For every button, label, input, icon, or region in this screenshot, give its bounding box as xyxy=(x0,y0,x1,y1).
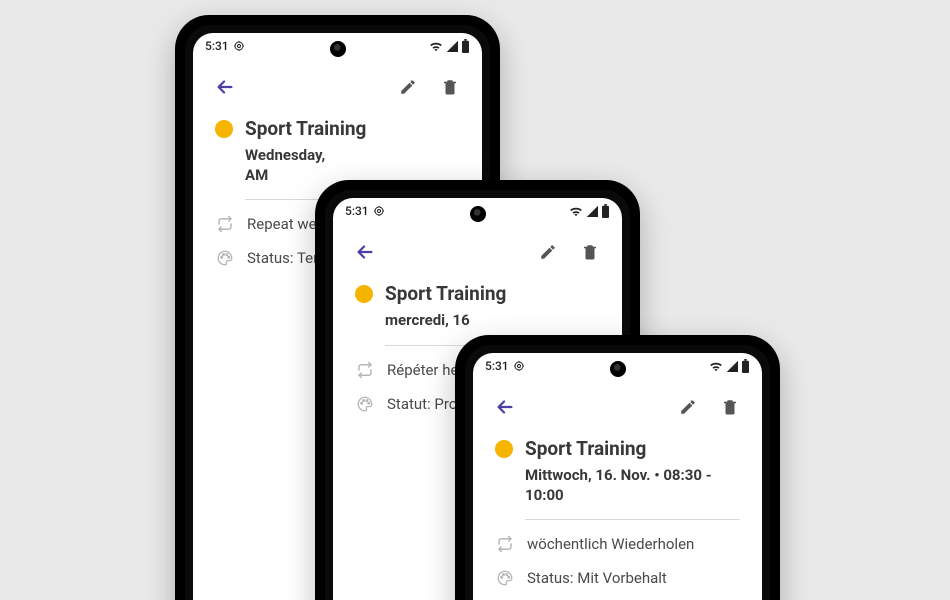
edit-button[interactable] xyxy=(394,73,422,101)
event-color-dot xyxy=(355,285,373,303)
event-color-dot xyxy=(215,120,233,138)
event-datetime: Mittwoch, 16. Nov. • 08:30 - 10:00 xyxy=(525,466,740,505)
event-detail: Sport Training Mittwoch, 16. Nov. • 08:30… xyxy=(473,425,762,588)
battery-icon xyxy=(601,204,610,218)
statusbar-time: 5:31 xyxy=(345,204,369,218)
row-label: Status: Mit Vorbehalt xyxy=(527,569,667,587)
signal-icon xyxy=(726,360,738,372)
back-button[interactable] xyxy=(351,238,379,266)
back-button[interactable] xyxy=(211,73,239,101)
repeat-icon xyxy=(355,360,375,380)
palette-icon xyxy=(495,568,515,588)
signal-icon xyxy=(586,205,598,217)
status-bar: 5:31 xyxy=(193,33,482,55)
wifi-icon xyxy=(569,205,583,217)
signal-icon xyxy=(446,40,458,52)
statusbar-time: 5:31 xyxy=(485,359,509,373)
event-title: Sport Training xyxy=(385,282,506,305)
event-title: Sport Training xyxy=(245,117,366,140)
palette-icon xyxy=(355,394,375,414)
delete-button[interactable] xyxy=(436,73,464,101)
location-icon xyxy=(373,205,385,217)
app-bar xyxy=(193,55,482,105)
battery-icon xyxy=(741,359,750,373)
battery-icon xyxy=(461,39,470,53)
repeat-icon xyxy=(495,534,515,554)
edit-button[interactable] xyxy=(674,393,702,421)
delete-button[interactable] xyxy=(576,238,604,266)
wifi-icon xyxy=(429,40,443,52)
app-bar xyxy=(473,375,762,425)
divider xyxy=(525,519,740,520)
location-icon xyxy=(233,40,245,52)
screen: 5:31 Sport Training Mittwoch, 16. Nov. • 0… xyxy=(473,353,762,600)
statusbar-time: 5:31 xyxy=(205,39,229,53)
event-title: Sport Training xyxy=(525,437,646,460)
repeat-icon xyxy=(215,214,235,234)
delete-button[interactable] xyxy=(716,393,744,421)
event-color-dot xyxy=(495,440,513,458)
palette-icon xyxy=(215,248,235,268)
repeat-row: wöchentlich Wiederholen xyxy=(495,534,740,554)
status-row: Status: Mit Vorbehalt xyxy=(495,568,740,588)
status-bar: 5:31 xyxy=(473,353,762,375)
app-bar xyxy=(333,220,622,270)
phone-frame: 5:31 Sport Training Mittwoch, 16. Nov. • 0… xyxy=(455,335,780,600)
back-button[interactable] xyxy=(491,393,519,421)
edit-button[interactable] xyxy=(534,238,562,266)
row-label: wöchentlich Wiederholen xyxy=(527,535,694,553)
status-bar: 5:31 xyxy=(333,198,622,220)
location-icon xyxy=(513,360,525,372)
wifi-icon xyxy=(709,360,723,372)
event-datetime: mercredi, 16 xyxy=(385,311,600,331)
